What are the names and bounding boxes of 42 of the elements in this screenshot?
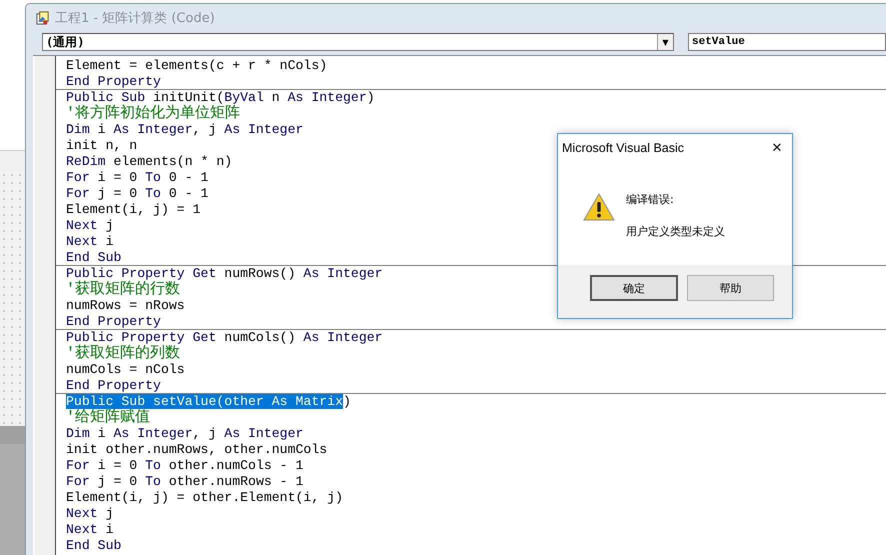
code-line: Dim i As Integer, j As Integer: [65, 426, 304, 442]
code-line: End Property: [65, 378, 161, 394]
code-line: Dim i As Integer, j As Integer: [65, 122, 304, 138]
code-line: Next i: [65, 522, 114, 538]
code-line: Element = elements(c + r * nCols): [65, 58, 328, 74]
code-line: For j = 0 To 0 - 1: [65, 186, 208, 202]
code-line: Element(i, j) = 1: [65, 202, 201, 218]
code-line: numRows = nRows: [65, 298, 185, 314]
dialog-button[interactable]: 帮助: [687, 275, 774, 301]
code-line: End Sub: [65, 250, 122, 266]
code-line: Next j: [65, 506, 114, 522]
procedure-dropdown[interactable]: setValue: [688, 33, 886, 51]
code-line: numCols = nCols: [65, 362, 185, 378]
code-line: Element(i, j) = other.Element(i, j): [65, 490, 343, 506]
code-line: Public Property Get numRows() As Integer: [65, 266, 383, 281]
code-line: '将方阵初始化为单位矩阵: [65, 106, 240, 122]
code-line: For j = 0 To other.numRows - 1: [65, 474, 304, 490]
close-button[interactable]: ✕: [762, 134, 792, 162]
warning-icon: [583, 193, 615, 221]
error-message: 用户定义类型未定义: [626, 225, 725, 239]
dialog-button[interactable]: 确定: [590, 275, 678, 301]
code-line: For i = 0 To 0 - 1: [65, 170, 208, 186]
code-line: '获取矩阵的列数: [65, 346, 180, 362]
code-line: Public Sub setValue(other As Matrix): [65, 394, 351, 409]
code-line: ReDim elements(n * n): [65, 154, 232, 170]
code-line: '获取矩阵的行数: [65, 282, 180, 298]
code-line: Public Property Get numCols() As Integer: [65, 330, 383, 345]
code-module-icon: [35, 10, 50, 26]
code-line: Next j: [65, 218, 114, 234]
dialog-title: Microsoft Visual Basic: [562, 141, 684, 155]
code-line: End Property: [65, 314, 161, 330]
window-title: 工程1 - 矩阵计算类 (Code): [55, 10, 215, 27]
code-line: Public Sub initUnit(ByVal n As Integer): [65, 90, 375, 105]
code-line: '给矩阵赋值: [65, 410, 150, 426]
error-heading: 编译错误:: [626, 193, 675, 207]
code-line: init other.numRows, other.numCols: [65, 442, 328, 458]
code-line: For i = 0 To other.numCols - 1: [65, 458, 304, 474]
code-line: End Property: [65, 74, 161, 90]
code-line: End Sub: [65, 538, 122, 554]
code-line: init n, n: [65, 138, 138, 154]
object-dropdown[interactable]: (通用) ▼: [42, 33, 674, 51]
code-line: Next i: [65, 234, 114, 250]
